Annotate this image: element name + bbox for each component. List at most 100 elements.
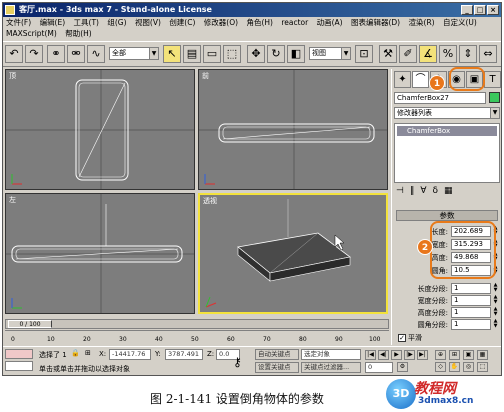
param-fillet-segs-input[interactable]: 1 bbox=[451, 319, 491, 330]
arc-rotate-icon[interactable]: ◎ bbox=[463, 362, 474, 372]
menu-animation[interactable]: 动画(A) bbox=[317, 18, 343, 27]
callout-modify-tab-highlight bbox=[449, 67, 485, 91]
move-icon[interactable]: ✥ bbox=[247, 45, 265, 63]
key-mode-icon[interactable]: ⚷ bbox=[233, 355, 242, 369]
create-tab-icon[interactable]: ✦ bbox=[394, 71, 411, 88]
auto-key-button[interactable]: 自动关键点 bbox=[255, 349, 299, 360]
zoom-all-icon[interactable]: ⊞ bbox=[449, 350, 460, 360]
menu-graph-editors[interactable]: 图表编辑器(D) bbox=[351, 18, 400, 27]
stack-item-chamferbox[interactable]: ChamferBox bbox=[397, 126, 497, 136]
selection-filter-select[interactable]: 全部 ▼ bbox=[109, 47, 159, 60]
pan-icon[interactable]: ✋ bbox=[449, 362, 460, 372]
menu-group[interactable]: 组(G) bbox=[107, 18, 126, 27]
time-config-icon[interactable]: ⚙ bbox=[397, 362, 408, 372]
rectangular-selection-icon[interactable]: ▭ bbox=[203, 45, 221, 63]
menu-reactor[interactable]: reactor bbox=[281, 18, 308, 27]
parameters-rollout-header[interactable]: 参数 bbox=[396, 210, 498, 221]
spinner-snap-icon[interactable]: ⇕ bbox=[459, 45, 477, 63]
smooth-checkbox[interactable]: ✓ 平滑 bbox=[398, 333, 422, 343]
spinner-icon[interactable]: ▲ ▼ bbox=[492, 283, 499, 294]
configure-modifier-sets-icon[interactable]: ▦ bbox=[444, 186, 453, 196]
maxscript-listener-white[interactable] bbox=[5, 361, 33, 371]
track-tick: 10 bbox=[47, 336, 55, 343]
param-length-segs-input[interactable]: 1 bbox=[451, 283, 491, 294]
spinner-icon[interactable]: ▲ ▼ bbox=[492, 307, 499, 318]
set-key-button[interactable]: 设置关键点 bbox=[255, 362, 299, 373]
select-by-name-icon[interactable]: ▤ bbox=[183, 45, 201, 63]
y-coord-field[interactable]: 3787.491 bbox=[165, 349, 203, 360]
maximize-viewport-icon[interactable]: ⬚ bbox=[477, 362, 488, 372]
param-height-segs-input[interactable]: 1 bbox=[451, 307, 491, 318]
spinner-icon[interactable]: ▲ ▼ bbox=[492, 319, 499, 330]
param-width-segs-input[interactable]: 1 bbox=[451, 295, 491, 306]
callout-badge-1: 1 bbox=[429, 75, 445, 91]
menu-maxscript[interactable]: MAXScript(M) bbox=[6, 29, 57, 38]
viewport-front[interactable]: 前 bbox=[198, 69, 388, 190]
menu-help[interactable]: 帮助(H) bbox=[65, 29, 92, 38]
spinner-icon[interactable]: ▲ ▼ bbox=[492, 295, 499, 306]
snap-toggle-icon[interactable]: ✐ bbox=[399, 45, 417, 63]
lock-icon[interactable]: 🔒 bbox=[71, 349, 80, 357]
pivot-center-icon[interactable]: ⊡ bbox=[355, 45, 373, 63]
select-manipulate-icon[interactable]: ⚒ bbox=[379, 45, 397, 63]
menu-character[interactable]: 角色(H) bbox=[246, 18, 273, 27]
object-name-field[interactable]: ChamferBox27 bbox=[394, 92, 486, 104]
track-tick: 0 bbox=[11, 336, 15, 343]
utilities-tab-icon[interactable]: T bbox=[484, 71, 501, 88]
angle-snap-icon[interactable]: ∡ bbox=[419, 45, 437, 63]
menu-rendering[interactable]: 渲染(R) bbox=[409, 18, 435, 27]
menu-create[interactable]: 创建(C) bbox=[169, 18, 195, 27]
menu-views[interactable]: 视图(V) bbox=[135, 18, 161, 27]
time-slider-thumb[interactable]: 0 / 100 bbox=[8, 320, 52, 328]
reference-coord-select[interactable]: 视图 ▼ bbox=[309, 47, 351, 60]
bind-space-warp-icon[interactable]: ∿ bbox=[87, 45, 105, 63]
modifier-list-select[interactable]: 修改器列表 ▼ bbox=[394, 107, 500, 119]
viewport-left[interactable]: 左 bbox=[5, 193, 195, 314]
viewport-top[interactable]: 顶 bbox=[5, 69, 195, 190]
unlink-icon[interactable]: ⚮ bbox=[67, 45, 85, 63]
mirror-icon[interactable]: ⇔ bbox=[479, 45, 497, 63]
menu-tools[interactable]: 工具(T) bbox=[74, 18, 99, 27]
x-coord-field[interactable]: -14417.76 bbox=[109, 349, 151, 360]
maximize-button[interactable]: □ bbox=[474, 5, 486, 15]
link-icon[interactable]: ⚭ bbox=[47, 45, 65, 63]
time-slider[interactable]: 0 / 100 bbox=[5, 319, 389, 329]
track-bar[interactable]: 0 10 20 30 40 50 60 70 80 90 100 bbox=[5, 330, 389, 344]
key-filter-select[interactable]: 选定对象 bbox=[301, 349, 361, 360]
menu-edit[interactable]: 编辑(E) bbox=[40, 18, 66, 27]
modify-tab-icon[interactable]: ⌒ bbox=[412, 71, 429, 88]
close-button[interactable]: × bbox=[487, 5, 499, 15]
menu-file[interactable]: 文件(F) bbox=[6, 18, 31, 27]
select-object-icon[interactable]: ↖ bbox=[163, 45, 181, 63]
object-color-swatch[interactable] bbox=[489, 92, 500, 103]
remove-modifier-icon[interactable]: δ bbox=[433, 186, 439, 196]
key-filters-button[interactable]: 关键点过滤器... bbox=[301, 362, 361, 373]
current-frame-field[interactable]: 0 bbox=[365, 362, 393, 373]
field-of-view-icon[interactable]: ◇ bbox=[435, 362, 446, 372]
play-icon[interactable]: ▶ bbox=[391, 350, 402, 360]
absolute-mode-icon[interactable]: ⊞ bbox=[85, 349, 91, 357]
window-crossing-icon[interactable]: ⬚ bbox=[223, 45, 241, 63]
zoom-extents-icon[interactable]: ▣ bbox=[463, 350, 474, 360]
undo-icon[interactable]: ↶ bbox=[5, 45, 23, 63]
menu-modifiers[interactable]: 修改器(O) bbox=[204, 18, 238, 27]
goto-end-icon[interactable]: ▶| bbox=[417, 350, 428, 360]
percent-snap-icon[interactable]: % bbox=[439, 45, 457, 63]
rotate-icon[interactable]: ↻ bbox=[267, 45, 285, 63]
zoom-icon[interactable]: ⊕ bbox=[435, 350, 446, 360]
viewport-perspective[interactable]: 透视 bbox=[198, 193, 388, 314]
minimize-button[interactable]: _ bbox=[461, 5, 473, 15]
pin-stack-icon[interactable]: ⊣ bbox=[396, 186, 404, 196]
maxscript-listener-pink[interactable] bbox=[5, 349, 33, 359]
goto-start-icon[interactable]: |◀ bbox=[365, 350, 376, 360]
make-unique-icon[interactable]: ∀ bbox=[420, 186, 426, 196]
menu-customize[interactable]: 自定义(U) bbox=[443, 18, 477, 27]
app-window: 客厅.max - 3ds max 7 - Stand-alone License… bbox=[2, 2, 502, 376]
show-end-result-icon[interactable]: ‖ bbox=[410, 186, 415, 196]
prev-frame-icon[interactable]: ◀| bbox=[378, 350, 389, 360]
scale-icon[interactable]: ◧ bbox=[287, 45, 305, 63]
param-height-segs: 高度分段: 1 ▲ ▼ bbox=[417, 306, 499, 318]
redo-icon[interactable]: ↷ bbox=[25, 45, 43, 63]
zoom-extents-all-icon[interactable]: ▦ bbox=[477, 350, 488, 360]
next-frame-icon[interactable]: |▶ bbox=[404, 350, 415, 360]
